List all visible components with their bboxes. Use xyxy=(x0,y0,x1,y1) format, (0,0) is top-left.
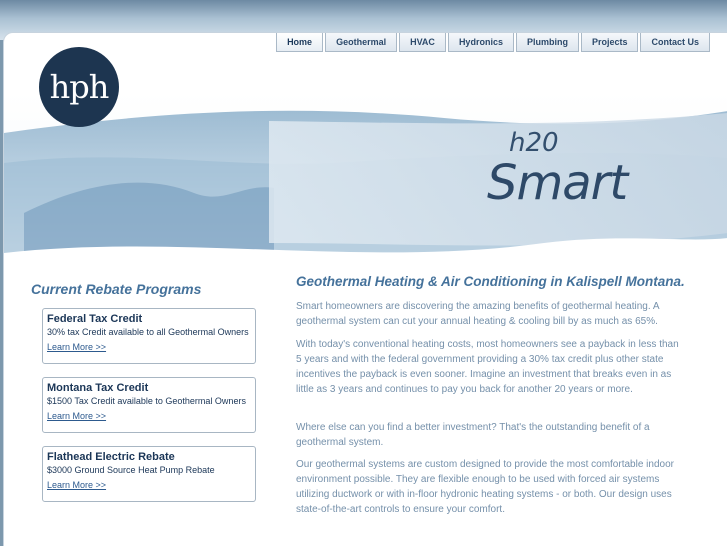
body-paragraph: Where else can you find a better investm… xyxy=(296,422,650,448)
rebate-card-title: Flathead Electric Rebate xyxy=(47,451,175,463)
rebate-card-montana: Montana Tax Credit $1500 Tax Credit avai… xyxy=(42,377,256,433)
nav-home[interactable]: Home xyxy=(276,33,324,52)
nav-plumbing[interactable]: Plumbing xyxy=(515,33,579,52)
hph-logo[interactable]: hph xyxy=(39,47,119,127)
brand-smart: Smart xyxy=(487,155,628,211)
learn-more-link[interactable]: Learn More >> xyxy=(47,480,106,490)
brand-h20: h20 xyxy=(509,128,559,158)
rebate-card-desc: $3000 Ground Source Heat Pump Rebate xyxy=(47,465,215,475)
learn-more-link[interactable]: Learn More >> xyxy=(47,342,106,352)
body-paragraph: Smart homeowners are discovering the ama… xyxy=(296,301,659,327)
main-nav: Home Geothermal HVAC Hydronics Plumbing … xyxy=(276,33,710,52)
nav-projects[interactable]: Projects xyxy=(580,33,639,52)
nav-contact-us[interactable]: Contact Us xyxy=(640,33,710,52)
rebate-card-flathead: Flathead Electric Rebate $3000 Ground So… xyxy=(42,446,256,502)
nav-hvac[interactable]: HVAC xyxy=(399,33,446,52)
rebate-card-desc: $1500 Tax Credit available to Geothermal… xyxy=(47,396,246,406)
nav-geothermal[interactable]: Geothermal xyxy=(325,33,398,52)
rebate-card-desc: 30% tax Credit available to all Geotherm… xyxy=(47,327,249,337)
rebate-card-title: Federal Tax Credit xyxy=(47,313,143,325)
main-heading: Geothermal Heating & Air Conditioning in… xyxy=(296,274,685,289)
rebate-card-title: Montana Tax Credit xyxy=(47,382,149,394)
body-paragraph: Our geothermal systems are custom design… xyxy=(296,459,674,515)
learn-more-link[interactable]: Learn More >> xyxy=(47,411,106,421)
nav-hydronics[interactable]: Hydronics xyxy=(447,33,514,52)
rebate-programs-title: Current Rebate Programs xyxy=(31,281,202,297)
page-frame: Home Geothermal HVAC Hydronics Plumbing … xyxy=(3,32,727,546)
rebate-card-federal: Federal Tax Credit 30% tax Credit availa… xyxy=(42,308,256,364)
logo-text: hph xyxy=(49,68,110,106)
body-paragraph: With today's conventional heating costs,… xyxy=(296,339,679,395)
